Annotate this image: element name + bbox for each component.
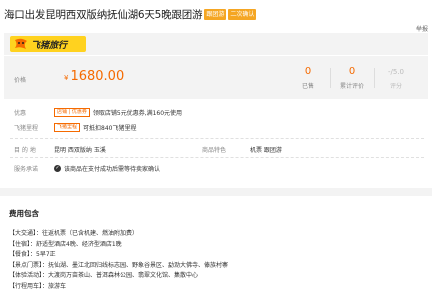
coupon-text[interactable]: 领取店铺5元优惠券,满160元使用: [93, 108, 182, 117]
points-row: 飞猪里程 飞猪里程 可抵扣840飞猪里程: [4, 123, 428, 132]
fliggy-logo-icon: [15, 38, 27, 49]
section-divider: [0, 188, 432, 196]
review-count: 0: [348, 66, 356, 77]
reviews-stat[interactable]: 0 累计评价: [330, 66, 374, 90]
fee-list: 【大交通】：往返机票（已含机建、燃油附加费） 【住宿】：舒适型酒店4晚、经济型酒…: [9, 229, 427, 292]
review-label: 累计评价: [339, 83, 364, 90]
feature-label: 商品特色: [202, 147, 227, 154]
divider-dashed: [10, 138, 424, 139]
currency-symbol: ¥: [64, 74, 69, 82]
coupon-badge[interactable]: 店铺 | 优惠券: [54, 108, 90, 117]
coupon-row: 优惠 店铺 | 优惠券 领取店铺5元优惠券,满160元使用: [4, 108, 428, 117]
brand-name: 飞猪旅行: [31, 40, 68, 51]
price-label: 价格: [14, 77, 27, 84]
sold-stat: 0 已售: [286, 66, 330, 90]
page-title: 海口出发昆明西双版纳抚仙湖6天5晚跟团游: [4, 8, 203, 21]
price-value: ¥1680.00: [64, 69, 124, 84]
brand-logo[interactable]: 飞猪旅行: [10, 36, 86, 52]
coupon-label: 优惠: [14, 110, 27, 117]
points-badge: 飞猪里程: [54, 123, 81, 132]
rating-label: 评分: [389, 83, 402, 90]
price-panel: 价格 ¥1680.00 0 已售 0 累计评价 -/5.0 评分: [4, 55, 428, 99]
destination-row: 目 的 地 昆明 西双版纳 玉溪 商品特色 机票 跟团游: [4, 145, 428, 154]
service-promise: ✓ 该商品在支付成功后需等待卖家确认: [54, 164, 160, 173]
points-text: 可抵扣840飞猪里程: [83, 125, 137, 132]
brand-bar: 飞猪旅行: [4, 33, 428, 55]
service-text: 该商品在支付成功后需等待卖家确认: [64, 166, 161, 173]
rating-stat: -/5.0 评分: [374, 66, 418, 90]
fee-item-hotel: 【住宿】：舒适型酒店4晚、经济型酒店1晚: [9, 240, 122, 248]
fees-title: 费用包含: [9, 209, 39, 218]
points-label: 飞猪里程: [14, 125, 39, 132]
destination-label: 目 的 地: [14, 147, 36, 154]
feature-value: 机票 跟团游: [250, 147, 282, 154]
sold-label: 已售: [301, 83, 314, 90]
title-row: 海口出发昆明西双版纳抚仙湖6天5晚跟团游 跟团游 二次确认: [4, 6, 428, 22]
divider-dashed: [10, 157, 424, 158]
fee-item-activities: 【体验活动】：大渡岗万亩茶山、普洱森林公园、翡翠文化馆、集散中心: [9, 272, 199, 279]
destination-value: 昆明 西双版纳 玉溪: [54, 147, 106, 154]
fee-item-transport: 【大交通】：往返机票（已含机建、燃油附加费）: [9, 230, 139, 237]
fee-item-meals: 【餐食】：5早7正: [9, 251, 56, 258]
check-circle-icon: ✓: [54, 165, 61, 172]
rating-value: -/5.0: [387, 68, 405, 76]
price-amount: 1680.00: [70, 69, 125, 84]
service-label: 服务承诺: [14, 166, 39, 173]
fee-item-tickets: 【景点门票】：抚仙湖、墨江北回归线标志园、野象谷景区、勐泐大佛寺、傣族村寨: [9, 261, 229, 269]
tag-reconfirm: 二次确认: [228, 8, 257, 20]
tag-group-tour: 跟团游: [204, 8, 227, 20]
sold-count: 0: [304, 66, 312, 77]
service-row: 服务承诺 ✓ 该商品在支付成功后需等待卖家确认: [4, 164, 428, 173]
fee-item-vehicle: 【行程用车】：旅游车: [9, 282, 67, 290]
report-link[interactable]: 举报: [416, 24, 428, 33]
